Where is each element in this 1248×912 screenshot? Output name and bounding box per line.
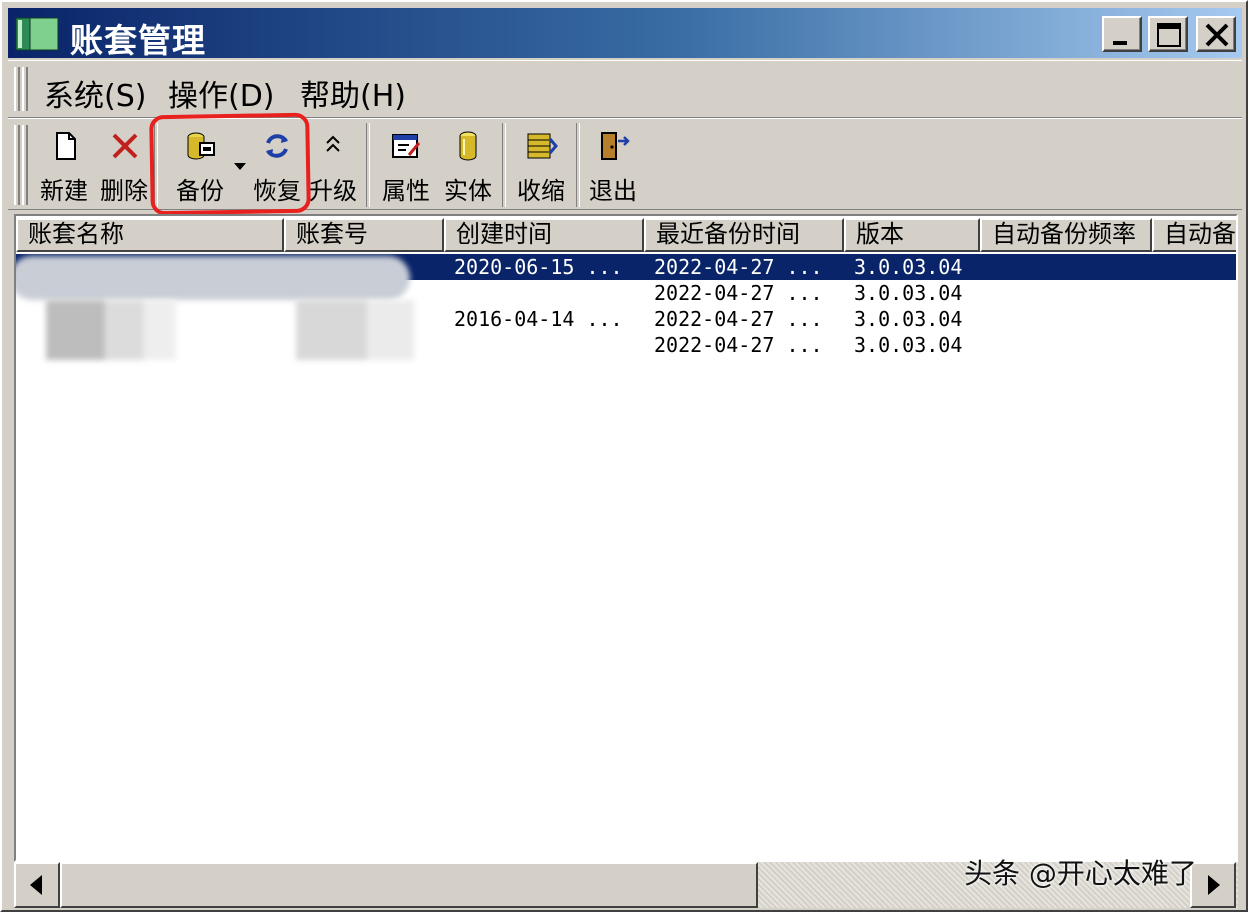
column-header-name[interactable]: 账套名称 xyxy=(16,218,284,252)
toolbar-grip[interactable] xyxy=(14,125,20,205)
table-row[interactable]: 2022-04-27 ... 3.0.03.04 xyxy=(16,332,1236,358)
maximize-button[interactable] xyxy=(1148,16,1188,52)
exit-button[interactable]: 退出 xyxy=(584,125,642,209)
last-backup-cell: 2022-04-27 ... xyxy=(654,281,823,305)
minimize-button[interactable] xyxy=(1102,16,1142,52)
version-cell: 3.0.03.04 xyxy=(854,281,963,305)
compress-icon xyxy=(527,133,558,159)
minimize-icon xyxy=(1113,41,1127,45)
compress-label: 收缩 xyxy=(517,177,565,205)
entity-button[interactable]: 实体 xyxy=(440,125,496,209)
window-title: 账套管理 xyxy=(70,21,206,60)
account-management-window: 账套管理 系统(S) 操作(D) 帮助(H) 新建 删除 备份 恢复 升级 属性… xyxy=(0,0,1248,912)
new-label: 新建 xyxy=(40,177,88,205)
last-backup-cell: 2022-04-27 ... xyxy=(654,255,823,279)
last-backup-cell: 2022-04-27 ... xyxy=(654,307,823,331)
close-button[interactable] xyxy=(1196,16,1236,52)
toolbar-separator xyxy=(576,123,580,207)
column-header-version[interactable]: 版本 xyxy=(844,218,980,252)
exit-label: 退出 xyxy=(589,177,637,205)
title-bar[interactable]: 账套管理 xyxy=(8,8,1242,60)
delete-button[interactable]: 删除 xyxy=(96,125,152,209)
scrollbar-thumb[interactable] xyxy=(60,862,758,908)
redacted-name-mosaic xyxy=(16,256,410,300)
menubar-grip[interactable] xyxy=(14,67,20,111)
column-header-auto-backup[interactable]: 自动备 xyxy=(1152,218,1236,252)
delete-label: 删除 xyxy=(100,177,148,205)
arrow-left-icon xyxy=(30,875,42,895)
scroll-left-button[interactable] xyxy=(14,862,60,908)
close-icon xyxy=(1205,23,1229,47)
redacted-name-mosaic xyxy=(46,300,176,360)
new-document-icon xyxy=(56,132,76,160)
version-cell: 3.0.03.04 xyxy=(854,333,963,357)
maximize-icon xyxy=(1157,23,1181,47)
last-backup-cell: 2022-04-27 ... xyxy=(654,333,823,357)
book-icon xyxy=(15,17,59,51)
column-header-last-backup[interactable]: 最近备份时间 xyxy=(644,218,844,252)
menu-bar: 系统(S) 操作(D) 帮助(H) xyxy=(8,60,1242,118)
delete-x-icon xyxy=(112,133,138,159)
toolbar-separator xyxy=(366,123,370,207)
menubar-grip-2 xyxy=(22,67,28,111)
table-row[interactable]: 2016-04-14 ... 2022-04-27 ... 3.0.03.04 xyxy=(16,306,1236,332)
entity-database-icon xyxy=(459,131,477,161)
toolbar-grip-2 xyxy=(22,125,28,205)
upgrade-button[interactable]: 升级 xyxy=(306,125,360,209)
arrow-right-icon xyxy=(1208,875,1220,895)
toolbar-separator xyxy=(502,123,506,207)
menu-help[interactable]: 帮助(H) xyxy=(300,71,406,115)
version-cell: 3.0.03.04 xyxy=(854,255,963,279)
account-list[interactable]: 账套名称 账套号 创建时间 最近备份时间 版本 自动备份频率 自动备 2020-… xyxy=(14,214,1238,862)
column-header-created[interactable]: 创建时间 xyxy=(444,218,644,252)
upgrade-label: 升级 xyxy=(309,177,357,205)
compress-button[interactable]: 收缩 xyxy=(512,125,570,209)
column-header-number[interactable]: 账套号 xyxy=(284,218,444,252)
exit-door-icon xyxy=(601,132,630,160)
redacted-number-mosaic xyxy=(296,300,414,360)
created-cell: 2016-04-14 ... xyxy=(454,307,623,331)
new-button[interactable]: 新建 xyxy=(36,125,92,209)
list-header: 账套名称 账套号 创建时间 最近备份时间 版本 自动备份频率 自动备 xyxy=(16,218,1236,252)
column-header-auto-backup-frequency[interactable]: 自动备份频率 xyxy=(980,218,1152,252)
menu-system[interactable]: 系统(S) xyxy=(44,71,146,115)
watermark-text: 头条 @开心太难了 xyxy=(964,857,1197,890)
version-cell: 3.0.03.04 xyxy=(854,307,963,331)
upgrade-arrow-icon xyxy=(326,135,340,152)
annotation-highlight-box xyxy=(149,112,311,216)
created-cell: 2020-06-15 ... xyxy=(454,255,623,279)
properties-label: 属性 xyxy=(382,177,430,205)
entity-label: 实体 xyxy=(444,177,492,205)
properties-icon xyxy=(392,134,421,158)
menu-operation[interactable]: 操作(D) xyxy=(168,71,275,115)
properties-button[interactable]: 属性 xyxy=(378,125,434,209)
